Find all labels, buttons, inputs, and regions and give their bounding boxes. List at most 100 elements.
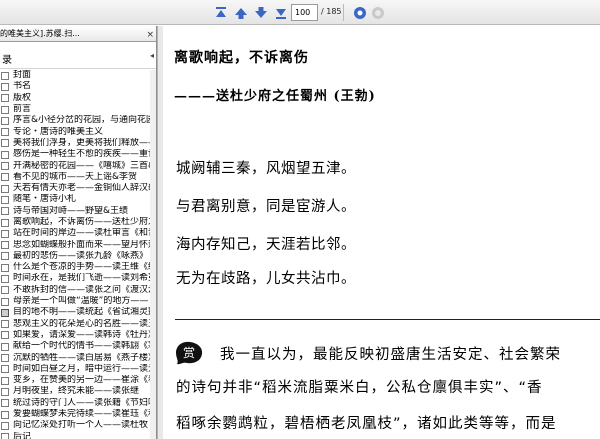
toc-item[interactable]: 感伤是一种轻生不愈的疾疾——重读 [0, 149, 150, 160]
document-page: 离歌响起，不诉离伤 ———送杜少府之任蜀州 (王勃) 城阙辅三秦，风烟望五津。 … [163, 26, 600, 439]
last-page-icon[interactable] [273, 5, 288, 20]
essay-badge-text: 赏 [183, 346, 195, 360]
bookmark-page-icon [1, 139, 9, 148]
bookmark-page-icon [1, 308, 9, 317]
toc-item-label: 序言&小径分岔的花园，与通向花园 [13, 115, 150, 126]
bookmark-page-icon [1, 376, 9, 385]
toc-item-label: 最初的悲伤——读张九龄《咏燕》 [13, 250, 149, 261]
collapse-panel-icon[interactable]: ◂ [150, 51, 154, 60]
toolbar: 100 / 185 [0, 0, 600, 25]
toc-item[interactable]: 站在时间的岸边——读杜审言《和晋 [0, 228, 150, 239]
toc-item[interactable]: 向记忆深处打听一个人——读杜牧《 [0, 420, 150, 431]
toc-item-label: 统过诗的守门人——读张籍《节妇吟 [13, 397, 150, 408]
toc-item[interactable]: 沉默的牺牲——读白居易《燕子楼》 [0, 352, 150, 363]
bookmark-page-icon [1, 229, 9, 238]
toc-item[interactable]: 诗与帝国对峙——野望&王绩 [0, 206, 150, 217]
bookmark-page-icon [1, 286, 9, 295]
toc-item[interactable]: 时间永在，是我们飞逝——读刘希夷 [0, 273, 150, 284]
essay-badge-icon: 赏 [174, 339, 204, 365]
poem-line: 与君离别意，同是宦游人。 [176, 199, 356, 215]
toc-item[interactable]: 什么是个苍凉的手势——读王维《终 [0, 262, 150, 273]
toc-item[interactable]: 天若有情天亦老——金铜仙人辞汉歌 [0, 183, 150, 194]
toc-item[interactable]: 前言 [0, 104, 150, 115]
toc-list: 封面 书名 版权 前言 序言&小径分岔的花园，与通向花园 专论・唐诗的唯美主义 美将我们浮身… [0, 70, 150, 439]
toc-item[interactable]: 序言&小径分岔的花园，与通向花园 [0, 115, 150, 126]
poem-line: 无为在歧路，儿女共沾巾。 [176, 271, 356, 287]
poem-line: 海内存知己，天涯若比邻。 [176, 237, 356, 253]
toc-item-label: 爱要蝴蝶梦未完待续——读崔珏《和 [13, 409, 150, 420]
toc-item-label: 母亲是一个叫做“温暖”的地方—— [13, 296, 149, 307]
paragraph-line: 我一直以为，最能反映初盛唐生活安定、社会繁荣 [220, 347, 561, 363]
first-page-icon[interactable] [213, 5, 228, 20]
toc-item[interactable]: 统过诗的守门人——读张籍《节妇吟 [0, 398, 150, 409]
document-tab[interactable]: 的唯美主义].苏缨.扫... × [0, 26, 156, 42]
toc-item-label: 什么是个苍凉的手势——读王维《终 [13, 262, 150, 273]
toolbar-separator [343, 4, 344, 21]
zoom-secondary-icon[interactable] [370, 5, 385, 20]
toc-item[interactable]: 开满秘密的花园——《嘻城》三首& [0, 160, 150, 171]
bookmark-page-icon [1, 241, 9, 250]
toc-item-label: 沉默的牺牲——读白居易《燕子楼》 [13, 352, 150, 363]
bookmark-page-icon [1, 387, 9, 396]
toc-item-label: 天若有情天亦老——金铜仙人辞汉歌 [13, 183, 150, 194]
bookmark-page-icon [1, 331, 9, 340]
toc-item[interactable]: 变乡，在赞美的另一边——崔涂《春夕 [0, 375, 150, 386]
toc-item[interactable]: 如果爱，请深爱——读韩诗《牡丹》 [0, 330, 150, 341]
toc-item-label: 悲观主义的花朵是心的名胜——读王 [13, 318, 150, 329]
toc-item[interactable]: 不敢拆封的信——读张之问《渡汉江》 [0, 285, 150, 296]
toc-item[interactable]: 看不见的城市——天上谣&李贺 [0, 172, 150, 183]
toc-item-label: 封面 [13, 70, 32, 81]
toc-item[interactable]: 美将我们浮身，更美将我们释放—— [0, 138, 150, 149]
toc-item[interactable]: 献给一个时代的情书——读韩翃《寒 [0, 341, 150, 352]
toc-item-label: 看不见的城市——天上谣&李贺 [13, 171, 138, 182]
toc-item-label: 如果爱，请深爱——读韩诗《牡丹》 [13, 329, 150, 340]
toc-item[interactable]: 月明夜里，终究未能——读张继 [0, 386, 150, 397]
toc-item-label: 离歌响起，不诉离伤——送杜少府之 [13, 217, 150, 227]
page-total: / 185 [321, 7, 342, 16]
bookmark-page-icon [1, 218, 9, 227]
prev-page-icon[interactable] [233, 5, 248, 20]
toc-item-label: 后记 [13, 431, 32, 439]
toc-item[interactable]: 专论・唐诗的唯美主义 [0, 126, 150, 137]
bookmark-page-icon [1, 354, 9, 363]
bookmark-page-icon [1, 184, 9, 193]
tab-close-icon[interactable]: × [146, 27, 154, 41]
toc-item[interactable]: 离歌响起，不诉离伤——送杜少府之 [0, 217, 150, 228]
sidebar: 的唯美主义].苏缨.扫... × 录 ◂ 封面 书名 版权 前言 序言&小径分岔的花园，… [0, 26, 157, 439]
toc-panel-header: 录 ◂ [0, 43, 156, 69]
toc-item[interactable]: 爱要蝴蝶梦未完待续——读崔珏《和 [0, 409, 150, 420]
sidebar-scrollbar[interactable] [150, 70, 156, 439]
bookmark-page-icon [1, 82, 9, 91]
bookmark-page-icon [1, 195, 9, 204]
toc-item-label: 献给一个时代的情书——读韩翃《寒 [13, 341, 150, 352]
toc-panel-title: 录 [2, 55, 12, 66]
bookmark-page-icon [1, 274, 9, 283]
toc-item[interactable]: 母亲是一个叫做“温暖”的地方—— [0, 296, 150, 307]
toc-item[interactable]: 版权 [0, 93, 150, 104]
page-number-input[interactable]: 100 [291, 4, 318, 21]
bookmark-page-icon [1, 71, 9, 80]
toc-item[interactable]: 目的地不明——读统起《省试湘灵鼓 [0, 307, 150, 318]
toc-item[interactable]: 悲观主义的花朵是心的名胜——读王 [0, 319, 150, 330]
toc-item[interactable]: 随笔・唐诗小札 [0, 194, 150, 205]
paragraph-line: 的诗句并非“稻米流脂粟米白，公私仓廪俱丰实”、“香 [176, 380, 543, 396]
next-page-icon[interactable] [253, 5, 268, 20]
toc-item[interactable]: 思念如蝴蝶般扑面而来——望月怀远 [0, 239, 150, 250]
zoom-icon[interactable] [352, 5, 367, 20]
toc-item[interactable]: 后记 [0, 432, 150, 439]
toc-item-label: 月明夜里，终究未能——读张继 [13, 386, 140, 397]
toc-item-label: 专论・唐诗的唯美主义 [13, 126, 104, 137]
bookmark-page-icon [1, 207, 9, 216]
bookmark-page-icon [1, 399, 9, 408]
paragraph-line: 稻啄余鹦鹉粒，碧梧栖老凤凰枝”，诸如此类等等，而是 [176, 416, 557, 432]
toc-item[interactable]: 时间如白昼之月，暗中运行——读元 [0, 364, 150, 375]
toc-item[interactable]: 最初的悲伤——读张九龄《咏燕》 [0, 251, 150, 262]
toc-item-label: 时间如白昼之月，暗中运行——读元 [13, 363, 150, 374]
bookmark-page-icon [1, 105, 9, 114]
toc-item[interactable]: 书名 [0, 81, 150, 92]
toc-item-label: 诗与帝国对峙——野望&王绩 [13, 205, 129, 216]
toc-item-label: 变乡，在赞美的另一边——崔涂《春夕 [13, 375, 150, 386]
section-divider [175, 319, 600, 320]
toc-item-label: 向记忆深处打听一个人——读杜牧《 [13, 420, 150, 431]
toc-item[interactable]: 封面 [0, 70, 150, 81]
